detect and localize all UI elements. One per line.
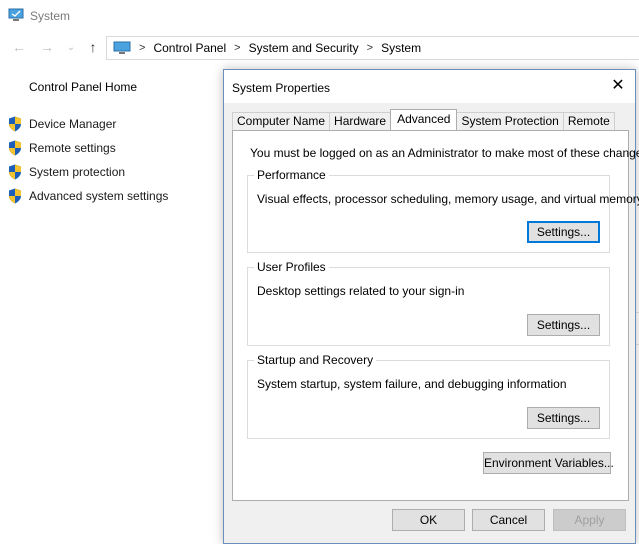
admin-notice: You must be logged on as an Administrato… [250,146,639,160]
ok-button[interactable]: OK [392,509,465,531]
address-bar[interactable]: > Control Panel > System and Security > … [106,36,639,60]
sidebar-item-label: Advanced system settings [29,189,169,203]
group-legend: Startup and Recovery [254,353,377,367]
uac-shield-icon [9,188,21,204]
up-arrow-icon[interactable]: ↑ [84,38,102,56]
group-description: Desktop settings related to your sign-in [257,284,465,298]
window-titlebar: System [0,0,639,32]
group-legend: Performance [254,168,329,182]
startup-recovery-settings-button[interactable]: Settings... [527,407,600,429]
uac-shield-icon [9,116,21,132]
user-profiles-group: User Profiles Desktop settings related t… [247,260,610,346]
sidebar-item-label: Remote settings [29,141,116,155]
close-icon[interactable]: ✕ [609,77,627,95]
chevron-right-icon[interactable]: > [367,42,373,54]
tab-hardware[interactable]: Hardware [329,112,392,130]
user-profiles-settings-button[interactable]: Settings... [527,314,600,336]
navigation-bar: ← → ⌄ ↑ > Control Panel > System and Sec… [0,32,639,62]
group-legend: User Profiles [254,260,329,274]
performance-settings-button[interactable]: Settings... [527,221,600,243]
back-arrow-icon[interactable]: ← [10,38,28,56]
dialog-title: System Properties [232,81,331,95]
advanced-tab-panel: You must be logged on as an Administrato… [232,130,639,501]
sidebar-item-label: System protection [29,165,126,179]
sidebar-item-system-protection[interactable]: System protection [8,164,125,180]
chevron-right-icon[interactable]: > [234,42,240,54]
environment-variables-button[interactable]: Environment Variables... [483,452,614,474]
tab-system-protection[interactable]: System Protection [456,112,564,130]
breadcrumb-system-and-security[interactable]: System and Security [249,41,359,55]
sidebar-item-label: Device Manager [29,117,117,131]
performance-group: Performance Visual effects, processor sc… [247,168,639,253]
window-title: System [30,9,71,23]
dialog-titlebar[interactable]: System Properties ✕ [224,70,635,103]
computer-icon [113,41,131,54]
system-properties-dialog: System Properties ✕ Computer Name Hardwa… [223,69,639,544]
tab-strip: Computer Name Hardware Advanced System P… [232,109,615,130]
group-description: Visual effects, processor scheduling, me… [257,192,639,206]
breadcrumb-system[interactable]: System [381,41,421,55]
system-icon [8,8,24,21]
apply-button[interactable]: Apply [553,509,626,531]
startup-recovery-group: Startup and Recovery System startup, sys… [247,353,610,439]
forward-arrow-icon[interactable]: → [38,38,56,56]
control-panel-home-link[interactable]: Control Panel Home [29,80,137,94]
cancel-button[interactable]: Cancel [472,509,545,531]
uac-shield-icon [9,140,21,156]
group-description: System startup, system failure, and debu… [257,377,567,391]
sidebar-item-device-manager[interactable]: Device Manager [8,116,116,132]
chevron-right-icon[interactable]: > [139,42,145,54]
sidebar-item-advanced-system-settings[interactable]: Advanced system settings [8,188,168,204]
recent-locations-chevron-icon[interactable]: ⌄ [62,38,80,56]
sidebar-item-remote-settings[interactable]: Remote settings [8,140,116,156]
tab-remote[interactable]: Remote [562,112,615,130]
tab-advanced[interactable]: Advanced [390,109,458,130]
breadcrumb-control-panel[interactable]: Control Panel [153,41,226,55]
uac-shield-icon [9,164,21,180]
tab-computer-name[interactable]: Computer Name [232,112,331,130]
